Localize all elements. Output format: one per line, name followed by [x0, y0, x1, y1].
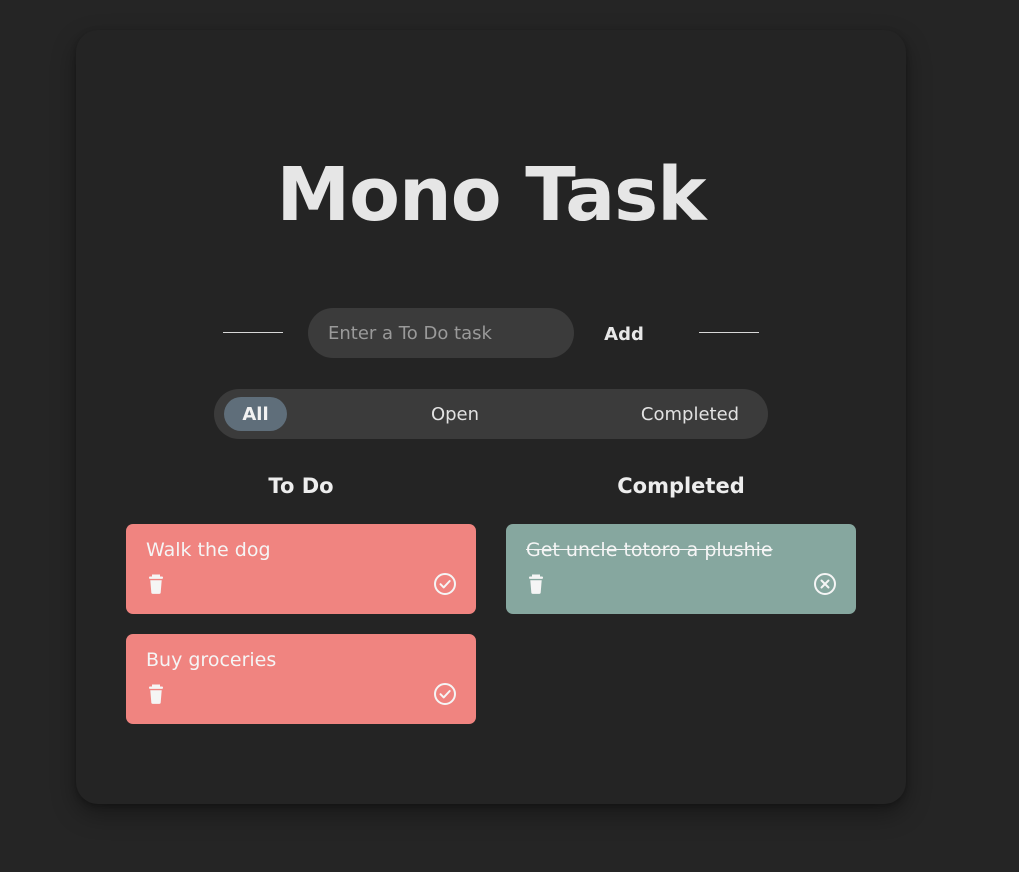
task-text: Get uncle totoro a plushie [526, 539, 773, 561]
completed-task-card: Get uncle totoro a plushie [506, 524, 856, 614]
filter-completed-button[interactable]: Completed [630, 397, 750, 431]
check-circle-icon [434, 683, 456, 705]
task-input[interactable] [308, 308, 574, 358]
trash-icon [149, 574, 163, 594]
app-title: Mono Task [276, 152, 707, 238]
filter-all-button[interactable]: All [224, 397, 287, 431]
filter-bar: All Open Completed [214, 389, 768, 439]
delete-task-button[interactable] [144, 682, 168, 706]
trash-icon [149, 684, 163, 704]
complete-task-button[interactable] [433, 682, 457, 706]
divider-left [223, 332, 283, 333]
trash-icon [529, 574, 543, 594]
add-button[interactable]: Add [586, 315, 662, 353]
completed-column-heading: Completed [617, 474, 745, 498]
app-card: Mono Task Add All Open Completed To Do C… [76, 30, 906, 804]
delete-task-button[interactable] [144, 572, 168, 596]
task-text: Walk the dog [146, 539, 271, 561]
check-circle-icon [434, 573, 456, 595]
todo-column-heading: To Do [268, 474, 334, 498]
divider-right [699, 332, 759, 333]
task-text: Buy groceries [146, 649, 277, 671]
complete-task-button[interactable] [433, 572, 457, 596]
close-circle-icon [814, 573, 836, 595]
delete-task-button[interactable] [524, 572, 548, 596]
uncomplete-task-button[interactable] [813, 572, 837, 596]
todo-task-card: Walk the dog [126, 524, 476, 614]
filter-open-button[interactable]: Open [410, 397, 500, 431]
todo-task-card: Buy groceries [126, 634, 476, 724]
